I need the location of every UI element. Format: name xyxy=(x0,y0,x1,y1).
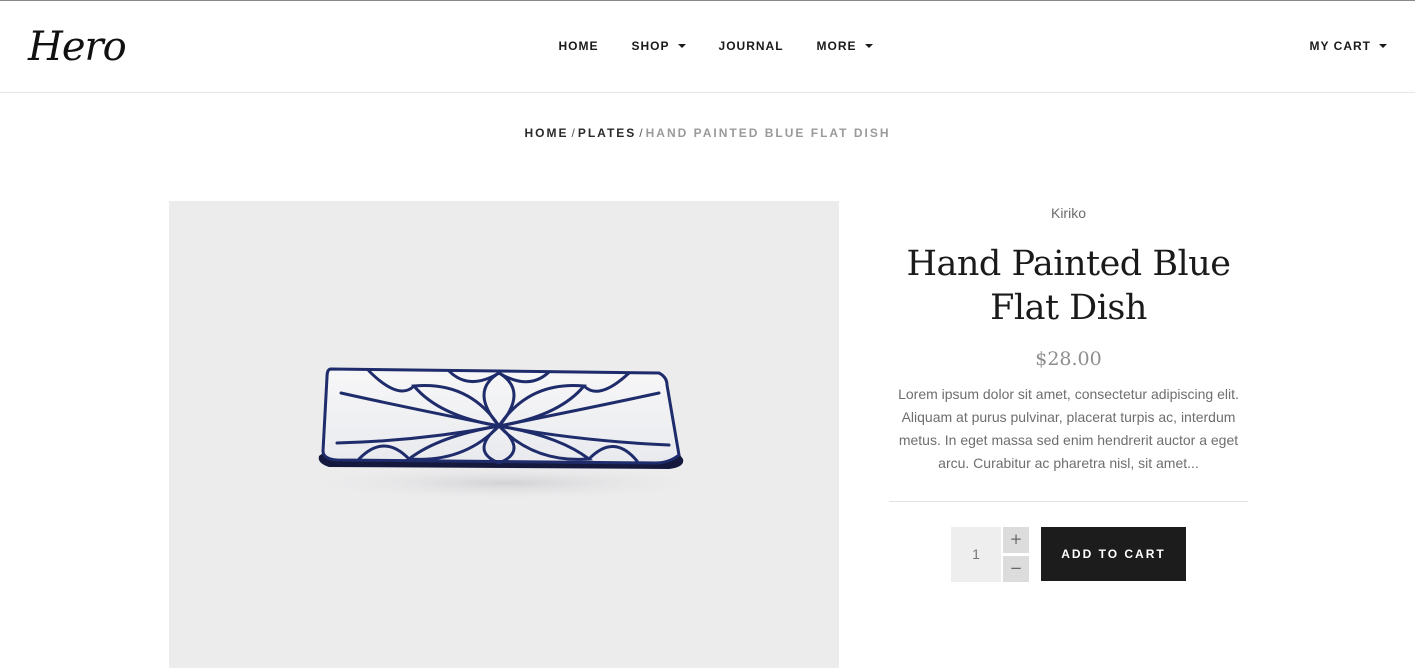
site-header: Hero HOME SHOP JOURNAL MORE MY CART xyxy=(0,1,1415,93)
nav-journal[interactable]: JOURNAL xyxy=(702,39,800,53)
divider xyxy=(889,501,1248,502)
breadcrumb-plates[interactable]: PLATES xyxy=(578,126,636,140)
add-to-cart-form: 1 + − ADD TO CART xyxy=(889,527,1248,583)
nav-more[interactable]: MORE xyxy=(800,39,889,53)
nav-more-label: MORE xyxy=(816,39,857,53)
plate-shadow xyxy=(297,465,717,501)
quantity-decrement-button[interactable]: − xyxy=(1003,556,1029,582)
breadcrumb-current: HAND PAINTED BLUE FLAT DISH xyxy=(645,126,891,140)
caret-down-icon xyxy=(1379,44,1387,48)
nav-shop-label: SHOP xyxy=(631,39,670,53)
site-logo[interactable]: Hero xyxy=(28,23,127,71)
breadcrumb-separator: / xyxy=(639,126,643,140)
nav-home[interactable]: HOME xyxy=(542,39,615,53)
breadcrumb: HOME / PLATES / HAND PAINTED BLUE FLAT DISH xyxy=(0,126,1415,140)
caret-down-icon xyxy=(864,44,873,48)
breadcrumb-separator: / xyxy=(571,126,575,140)
breadcrumb-home[interactable]: HOME xyxy=(524,126,568,140)
nav-journal-label: JOURNAL xyxy=(718,39,784,53)
add-to-cart-button[interactable]: ADD TO CART xyxy=(1041,527,1186,581)
product-description: Lorem ipsum dolor sit amet, consectetur … xyxy=(898,386,1239,471)
caret-down-icon xyxy=(677,44,686,48)
product-image[interactable] xyxy=(169,201,839,668)
quantity-input[interactable]: 1 xyxy=(951,527,1001,582)
quantity-increment-button[interactable]: + xyxy=(1003,527,1029,553)
main-nav: HOME SHOP JOURNAL MORE xyxy=(542,31,889,61)
plate-illustration xyxy=(297,367,717,501)
product-price: $28.00 xyxy=(1035,348,1102,370)
my-cart-label: MY CART xyxy=(1309,39,1371,53)
product-title: Hand Painted Blue Flat Dish xyxy=(906,244,1231,328)
nav-shop[interactable]: SHOP xyxy=(615,39,702,53)
nav-home-label: HOME xyxy=(558,39,599,53)
product-vendor[interactable]: Kiriko xyxy=(889,204,1248,222)
my-cart-dropdown[interactable]: MY CART xyxy=(1310,39,1387,53)
product-info: Kiriko Hand Painted Blue Flat Dish $28.0… xyxy=(889,201,1248,583)
